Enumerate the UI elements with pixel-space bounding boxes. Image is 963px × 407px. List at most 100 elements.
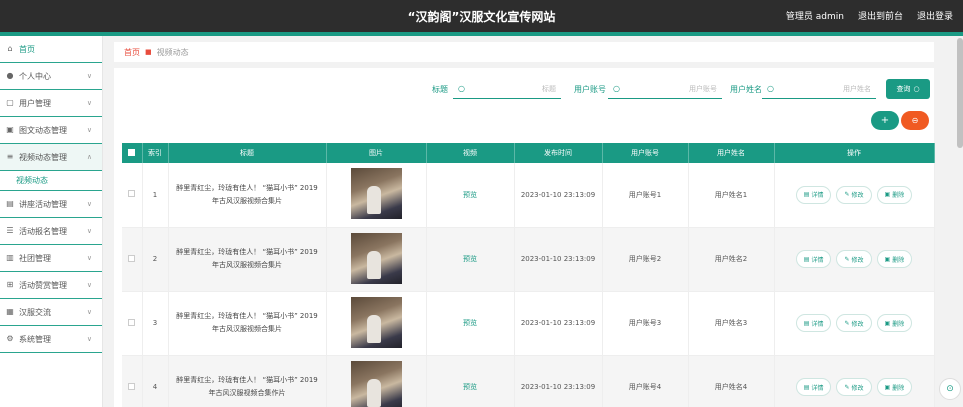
detail-icon: ▤ xyxy=(803,319,810,327)
sidebar-item-label: 汉服交流 xyxy=(19,307,51,317)
vertical-scrollbar[interactable] xyxy=(957,38,963,148)
row-checkbox[interactable] xyxy=(128,318,136,326)
sidebar-item-label: 活动报名管理 xyxy=(19,226,67,236)
delete-button[interactable]: ▣ 删除 xyxy=(876,314,913,332)
sidebar-item-video[interactable]: ≡ 视频动态管理 ∧ xyxy=(0,144,102,171)
sidebar-item-users[interactable]: ▢ 用户管理 ∨ xyxy=(0,90,102,117)
batch-delete-button[interactable]: ⊖ xyxy=(901,111,929,130)
search-icon: ○ xyxy=(913,85,920,93)
sidebar-item-profile[interactable]: ● 个人中心 ∨ xyxy=(0,63,102,90)
search-icon: ○ xyxy=(458,84,465,93)
main-panel: 标题 ○ 标题 用户账号 ○ 用户账号 用户姓名 ○ 用户姓名 查询 ○ + ⊖… xyxy=(114,68,935,407)
sidebar-item-system[interactable]: ⚙ 系统管理 ∨ xyxy=(0,326,102,353)
exit-to-front-link[interactable]: 退出到前台 xyxy=(858,9,903,22)
sidebar-item-lecture[interactable]: ▤ 讲座活动管理 ∨ xyxy=(0,191,102,218)
sidebar-item-news[interactable]: ▣ 图文动态管理 ∨ xyxy=(0,117,102,144)
video-preview-link[interactable]: 预览 xyxy=(463,383,477,391)
edit-label: 修改 xyxy=(851,256,864,264)
chevron-down-icon: ∨ xyxy=(86,200,92,208)
row-thumbnail-image[interactable] xyxy=(350,168,402,220)
row-account: 用户账号1 xyxy=(602,163,689,228)
name-search-placeholder: 用户姓名 xyxy=(843,84,871,93)
sidebar-item-club[interactable]: ▥ 社团管理 ∨ xyxy=(0,245,102,272)
account-search-input[interactable]: ○ 用户账号 xyxy=(608,79,722,99)
account-search-placeholder: 用户账号 xyxy=(689,84,717,93)
edit-button[interactable]: ✎ 修改 xyxy=(836,250,872,268)
sidebar-subitem-video-list[interactable]: 视频动态 xyxy=(0,171,102,191)
news-icon: ▣ xyxy=(6,125,14,134)
column-header: 视频 xyxy=(426,143,515,163)
sidebar-item-reward[interactable]: ⊞ 活动赞赏管理 ∨ xyxy=(0,272,102,299)
edit-icon: ✎ xyxy=(844,255,850,263)
chevron-down-icon: ∨ xyxy=(86,308,92,316)
breadcrumb-separator-icon: ■ xyxy=(145,48,152,56)
row-thumbnail-image[interactable] xyxy=(350,360,402,407)
title-search-placeholder: 标题 xyxy=(542,84,556,93)
row-title: 醉里青红尘，玲珑有佳人！ “猫耳小书” 2019年古风汉服视频合集作片 xyxy=(168,355,327,407)
sidebar-item-label: 讲座活动管理 xyxy=(19,199,67,209)
edit-button[interactable]: ✎ 修改 xyxy=(836,314,872,332)
chevron-down-icon: ∨ xyxy=(86,72,92,80)
name-search-input[interactable]: ○ 用户姓名 xyxy=(762,79,876,99)
column-header: 操作 xyxy=(774,143,935,163)
row-checkbox[interactable] xyxy=(128,190,136,198)
breadcrumb-home[interactable]: 首页 xyxy=(124,47,140,58)
add-button[interactable]: + xyxy=(871,111,899,130)
delete-button[interactable]: ▣ 删除 xyxy=(876,250,913,268)
checkbox[interactable] xyxy=(128,148,136,156)
delete-button[interactable]: ▣ 删除 xyxy=(876,378,913,396)
logout-link[interactable]: 退出登录 xyxy=(917,9,953,22)
query-button[interactable]: 查询 ○ xyxy=(886,79,930,99)
detail-button[interactable]: ▤ 详情 xyxy=(795,185,832,204)
system-icon: ⚙ xyxy=(6,334,14,343)
trash-icon: ▣ xyxy=(884,383,891,391)
row-name: 用户姓名1 xyxy=(688,163,775,228)
row-thumbnail-image[interactable] xyxy=(350,296,402,348)
edit-button[interactable]: ✎ 修改 xyxy=(836,185,872,204)
detail-label: 详情 xyxy=(811,384,824,392)
video-preview-link[interactable]: 预览 xyxy=(463,319,477,327)
edit-button[interactable]: ✎ 修改 xyxy=(836,378,872,396)
trash-icon: ▣ xyxy=(884,255,891,263)
row-checkbox[interactable] xyxy=(128,254,136,262)
delete-label: 删除 xyxy=(892,192,905,200)
edit-label: 修改 xyxy=(851,320,864,328)
top-right-menu: 管理员 admin 退出到前台 退出登录 xyxy=(786,9,953,22)
delete-button[interactable]: ▣ 删除 xyxy=(876,185,913,204)
home-icon: ⌂ xyxy=(7,44,13,53)
sidebar-item-label: 首页 xyxy=(19,44,35,54)
video-preview-link[interactable]: 预览 xyxy=(463,255,477,263)
sidebar-item-exchange[interactable]: ▦ 汉服交流 ∨ xyxy=(0,299,102,326)
row-thumbnail-image[interactable] xyxy=(350,232,402,284)
trash-icon: ▣ xyxy=(884,319,891,327)
edit-label: 修改 xyxy=(851,192,864,200)
detail-button[interactable]: ▤ 详情 xyxy=(795,378,832,396)
sidebar-item-signup[interactable]: ☰ 活动报名管理 ∨ xyxy=(0,218,102,245)
row-checkbox[interactable] xyxy=(128,382,136,390)
chevron-down-icon: ∨ xyxy=(86,126,92,134)
accent-line xyxy=(0,32,963,36)
video-preview-link[interactable]: 预览 xyxy=(463,191,477,199)
row-name: 用户姓名4 xyxy=(688,355,775,407)
detail-icon: ▤ xyxy=(803,383,810,391)
row-title: 醉里青红尘，玲珑有佳人！ “猫耳小书” 2019年古风汉服视频合集片 xyxy=(168,227,327,292)
float-action-icon[interactable]: ⊙ xyxy=(939,378,961,400)
table-row: 3 醉里青红尘，玲珑有佳人！ “猫耳小书” 2019年古风汉服视频合集片 预览 … xyxy=(122,291,935,356)
detail-label: 详情 xyxy=(811,320,824,328)
sidebar-item-label: 系统管理 xyxy=(19,334,51,344)
sidebar-item-label: 社团管理 xyxy=(19,253,51,263)
user-icon: ● xyxy=(6,71,14,80)
select-all-checkbox[interactable] xyxy=(122,143,143,163)
table-row: 4 醉里青红尘，玲珑有佳人！ “猫耳小书” 2019年古风汉服视频合集作片 预览… xyxy=(122,355,935,407)
column-header: 用户姓名 xyxy=(688,143,775,163)
signup-icon: ☰ xyxy=(6,226,14,235)
search-form: 标题 ○ 标题 用户账号 ○ 用户账号 用户姓名 ○ 用户姓名 xyxy=(114,79,934,101)
title-search-input[interactable]: ○ 标题 xyxy=(453,79,561,99)
table-row: 1 醉里青红尘，玲珑有佳人！ “猫耳小书” 2019年古风汉服视频合集片 预览 … xyxy=(122,163,935,228)
row-account: 用户账号3 xyxy=(602,291,689,356)
sidebar-item-home[interactable]: ⌂ 首页 xyxy=(0,36,102,63)
breadcrumb: 首页 ■ 视频动态 xyxy=(114,42,934,62)
detail-button[interactable]: ▤ 详情 xyxy=(795,250,832,268)
detail-button[interactable]: ▤ 详情 xyxy=(795,314,832,332)
row-title: 醉里青红尘，玲珑有佳人！ “猫耳小书” 2019年古风汉服视频合集片 xyxy=(168,163,327,228)
